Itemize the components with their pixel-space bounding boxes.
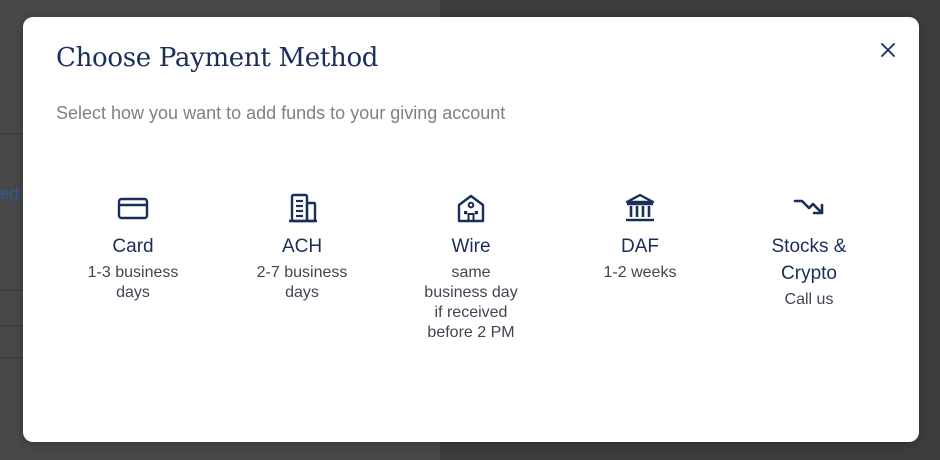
option-label: Stocks & Crypto xyxy=(771,236,847,284)
modal-subtitle: Select how you want to add funds to your… xyxy=(56,103,506,123)
option-label: ACH xyxy=(281,236,323,257)
trending-down-arrow-icon xyxy=(793,199,824,215)
option-description: Call us xyxy=(784,291,834,308)
credit-card-icon xyxy=(117,197,149,220)
bank-building-icon xyxy=(457,194,485,223)
payment-option-daf[interactable]: DAF 1-2 weeks xyxy=(565,191,715,283)
institution-columns-icon xyxy=(625,193,655,222)
option-label: Wire xyxy=(451,236,491,257)
background-link[interactable]: ed xyxy=(0,184,24,204)
option-description: 1-2 weeks xyxy=(603,264,677,281)
option-label: DAF xyxy=(621,236,659,257)
payment-option-card[interactable]: Card 1-3 business days xyxy=(58,191,208,303)
option-label: Card xyxy=(112,236,154,257)
building-icon xyxy=(289,193,317,223)
payment-option-wire[interactable]: Wire same business day if received befor… xyxy=(396,191,546,343)
payment-option-ach[interactable]: ACH 2-7 business days xyxy=(227,191,377,303)
option-description: 1-3 business days xyxy=(87,264,179,301)
close-button[interactable] xyxy=(877,39,899,61)
close-icon xyxy=(881,43,895,57)
payment-method-modal: Choose Payment Method Select how you wan… xyxy=(23,17,919,442)
option-description: 2-7 business days xyxy=(256,264,348,301)
option-description: same business day if received before 2 P… xyxy=(424,264,518,341)
modal-title: Choose Payment Method xyxy=(56,43,379,73)
payment-option-stocks-crypto[interactable]: Stocks & Crypto Call us xyxy=(734,191,884,310)
